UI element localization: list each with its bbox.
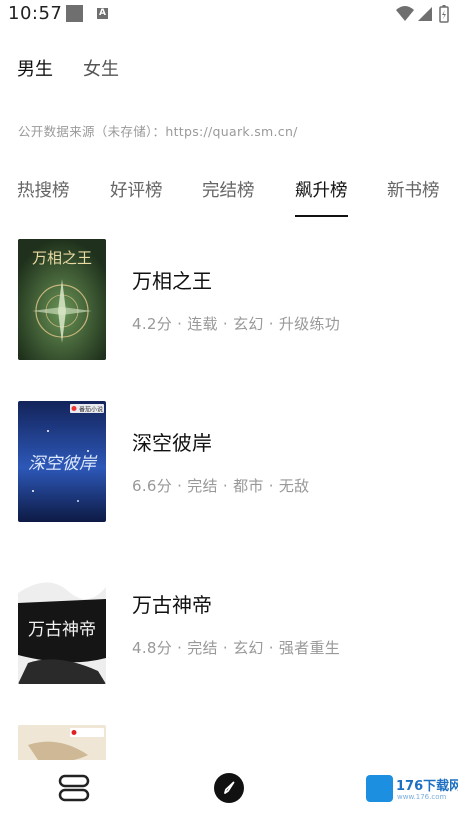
cover-badge-2: 番茄小说 [79,406,103,414]
book-title[interactable]: 万古神帝 [132,589,212,618]
cover-title-3: 万古神帝 [28,620,96,640]
notification-square-icon [66,5,83,22]
compass-needle-icon [224,781,235,794]
wifi-icon [396,6,414,21]
cover-art-2: 番茄小说 深空彼岸 [18,401,106,522]
signal-icon [418,7,432,21]
watermark-subtext: www.176.com [397,793,447,801]
tab-new-books[interactable]: 新书榜 [387,177,440,202]
book-cover[interactable]: 万相之王 [18,239,106,360]
tab-good-reviews[interactable]: 好评榜 [110,177,163,202]
bottom-nav: 176下载网 www.176.com [0,760,458,817]
cover-art-1: 万相之王 [18,239,106,360]
book-meta: 4.2分 · 连载 · 玄幻 · 升级练功 [132,315,341,333]
cover-title-1: 万相之王 [32,249,92,267]
status-right-icons [396,5,449,23]
book-item[interactable]: 万相之王 万相之王 4.2分 · 连载 · 玄幻 · 升级练功 [0,239,458,361]
book-title[interactable]: 万相之王 [132,265,212,294]
watermark-logo: 176下载网 www.176.com [366,774,458,804]
tab-male[interactable]: 男生 [17,55,53,81]
book-cover[interactable]: 番茄小说 深空彼岸 [18,401,106,522]
book-meta: 4.8分 · 完结 · 玄幻 · 强者重生 [132,639,341,657]
status-bar: 10:57 A [0,0,458,30]
active-tab-indicator [295,215,348,217]
book-meta: 6.6分 · 完结 · 都市 · 无敌 [132,477,310,495]
cover-art-3: 万古神帝 [18,563,106,684]
bookshelf-icon[interactable] [58,774,90,802]
watermark-text: 176下载网 [396,779,458,794]
book-cover[interactable]: 万古神帝 [18,563,106,684]
cover-title-2: 深空彼岸 [28,454,98,474]
tab-completed[interactable]: 完结榜 [202,177,255,202]
battery-icon [439,5,449,23]
book-item[interactable]: 番茄小说 深空彼岸 深空彼岸 6.6分 · 完结 · 都市 · 无敌 [0,401,458,523]
status-time: 10:57 [8,3,63,24]
book-item[interactable]: 万古神帝 万古神帝 4.8分 · 完结 · 玄幻 · 强者重生 [0,563,458,685]
a-badge-icon: A [97,8,108,19]
data-source-note: 公开数据来源（未存储）：https://quark.sm.cn/ [18,124,298,139]
compass-icon[interactable] [214,773,244,803]
watermark-box-icon [366,775,393,802]
tab-rising[interactable]: 飙升榜 [295,177,348,202]
tab-hot-search[interactable]: 热搜榜 [17,177,70,202]
tab-female[interactable]: 女生 [83,55,119,81]
book-title[interactable]: 深空彼岸 [132,427,212,456]
